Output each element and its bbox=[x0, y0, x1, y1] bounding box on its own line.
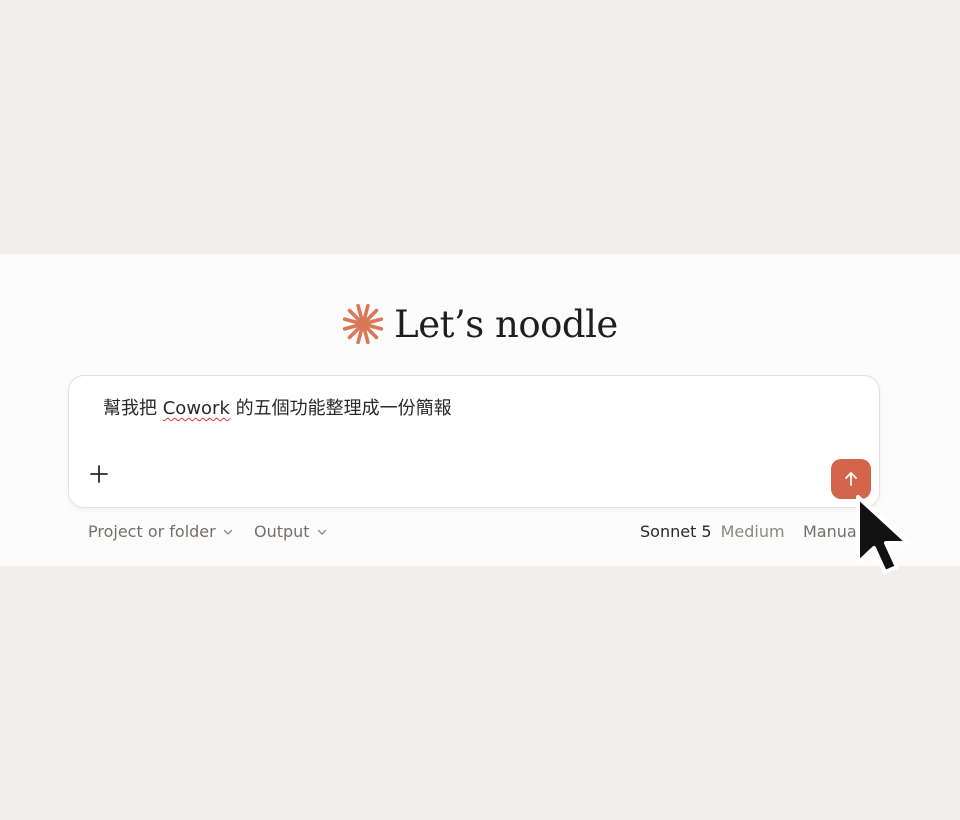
main-panel: Let’s noodle 幫我把 Cowork 的五個功能整理成一份簡報 Pro… bbox=[0, 254, 960, 566]
chevron-down-icon bbox=[223, 527, 233, 537]
prompt-composer[interactable]: 幫我把 Cowork 的五個功能整理成一份簡報 bbox=[68, 375, 880, 508]
output-dropdown[interactable]: Output bbox=[254, 522, 327, 541]
greeting-title: Let’s noodle bbox=[394, 302, 618, 346]
prompt-text-start: 幫我把 bbox=[103, 398, 163, 419]
chevron-down-icon bbox=[317, 527, 327, 537]
model-effort: Medium bbox=[720, 522, 785, 541]
arrow-up-icon bbox=[841, 469, 861, 489]
starburst-icon bbox=[342, 303, 384, 345]
output-label: Output bbox=[254, 522, 310, 541]
add-attachment-button[interactable] bbox=[85, 460, 113, 488]
project-folder-dropdown[interactable]: Project or folder bbox=[88, 522, 233, 541]
model-selector[interactable]: Sonnet 5 Medium bbox=[640, 522, 785, 541]
mouse-cursor-icon bbox=[848, 489, 928, 579]
plus-icon bbox=[89, 464, 109, 484]
greeting-header: Let’s noodle bbox=[0, 298, 960, 350]
project-folder-label: Project or folder bbox=[88, 522, 216, 541]
composer-toolbar: Project or folder Output Sonnet 5 Medium… bbox=[0, 522, 960, 544]
model-name: Sonnet 5 bbox=[640, 522, 712, 541]
prompt-input[interactable]: 幫我把 Cowork 的五個功能整理成一份簡報 bbox=[103, 394, 452, 420]
prompt-text-misspelled-word: Cowork bbox=[162, 398, 230, 419]
prompt-text-end: 的五個功能整理成一份簡報 bbox=[229, 398, 452, 419]
